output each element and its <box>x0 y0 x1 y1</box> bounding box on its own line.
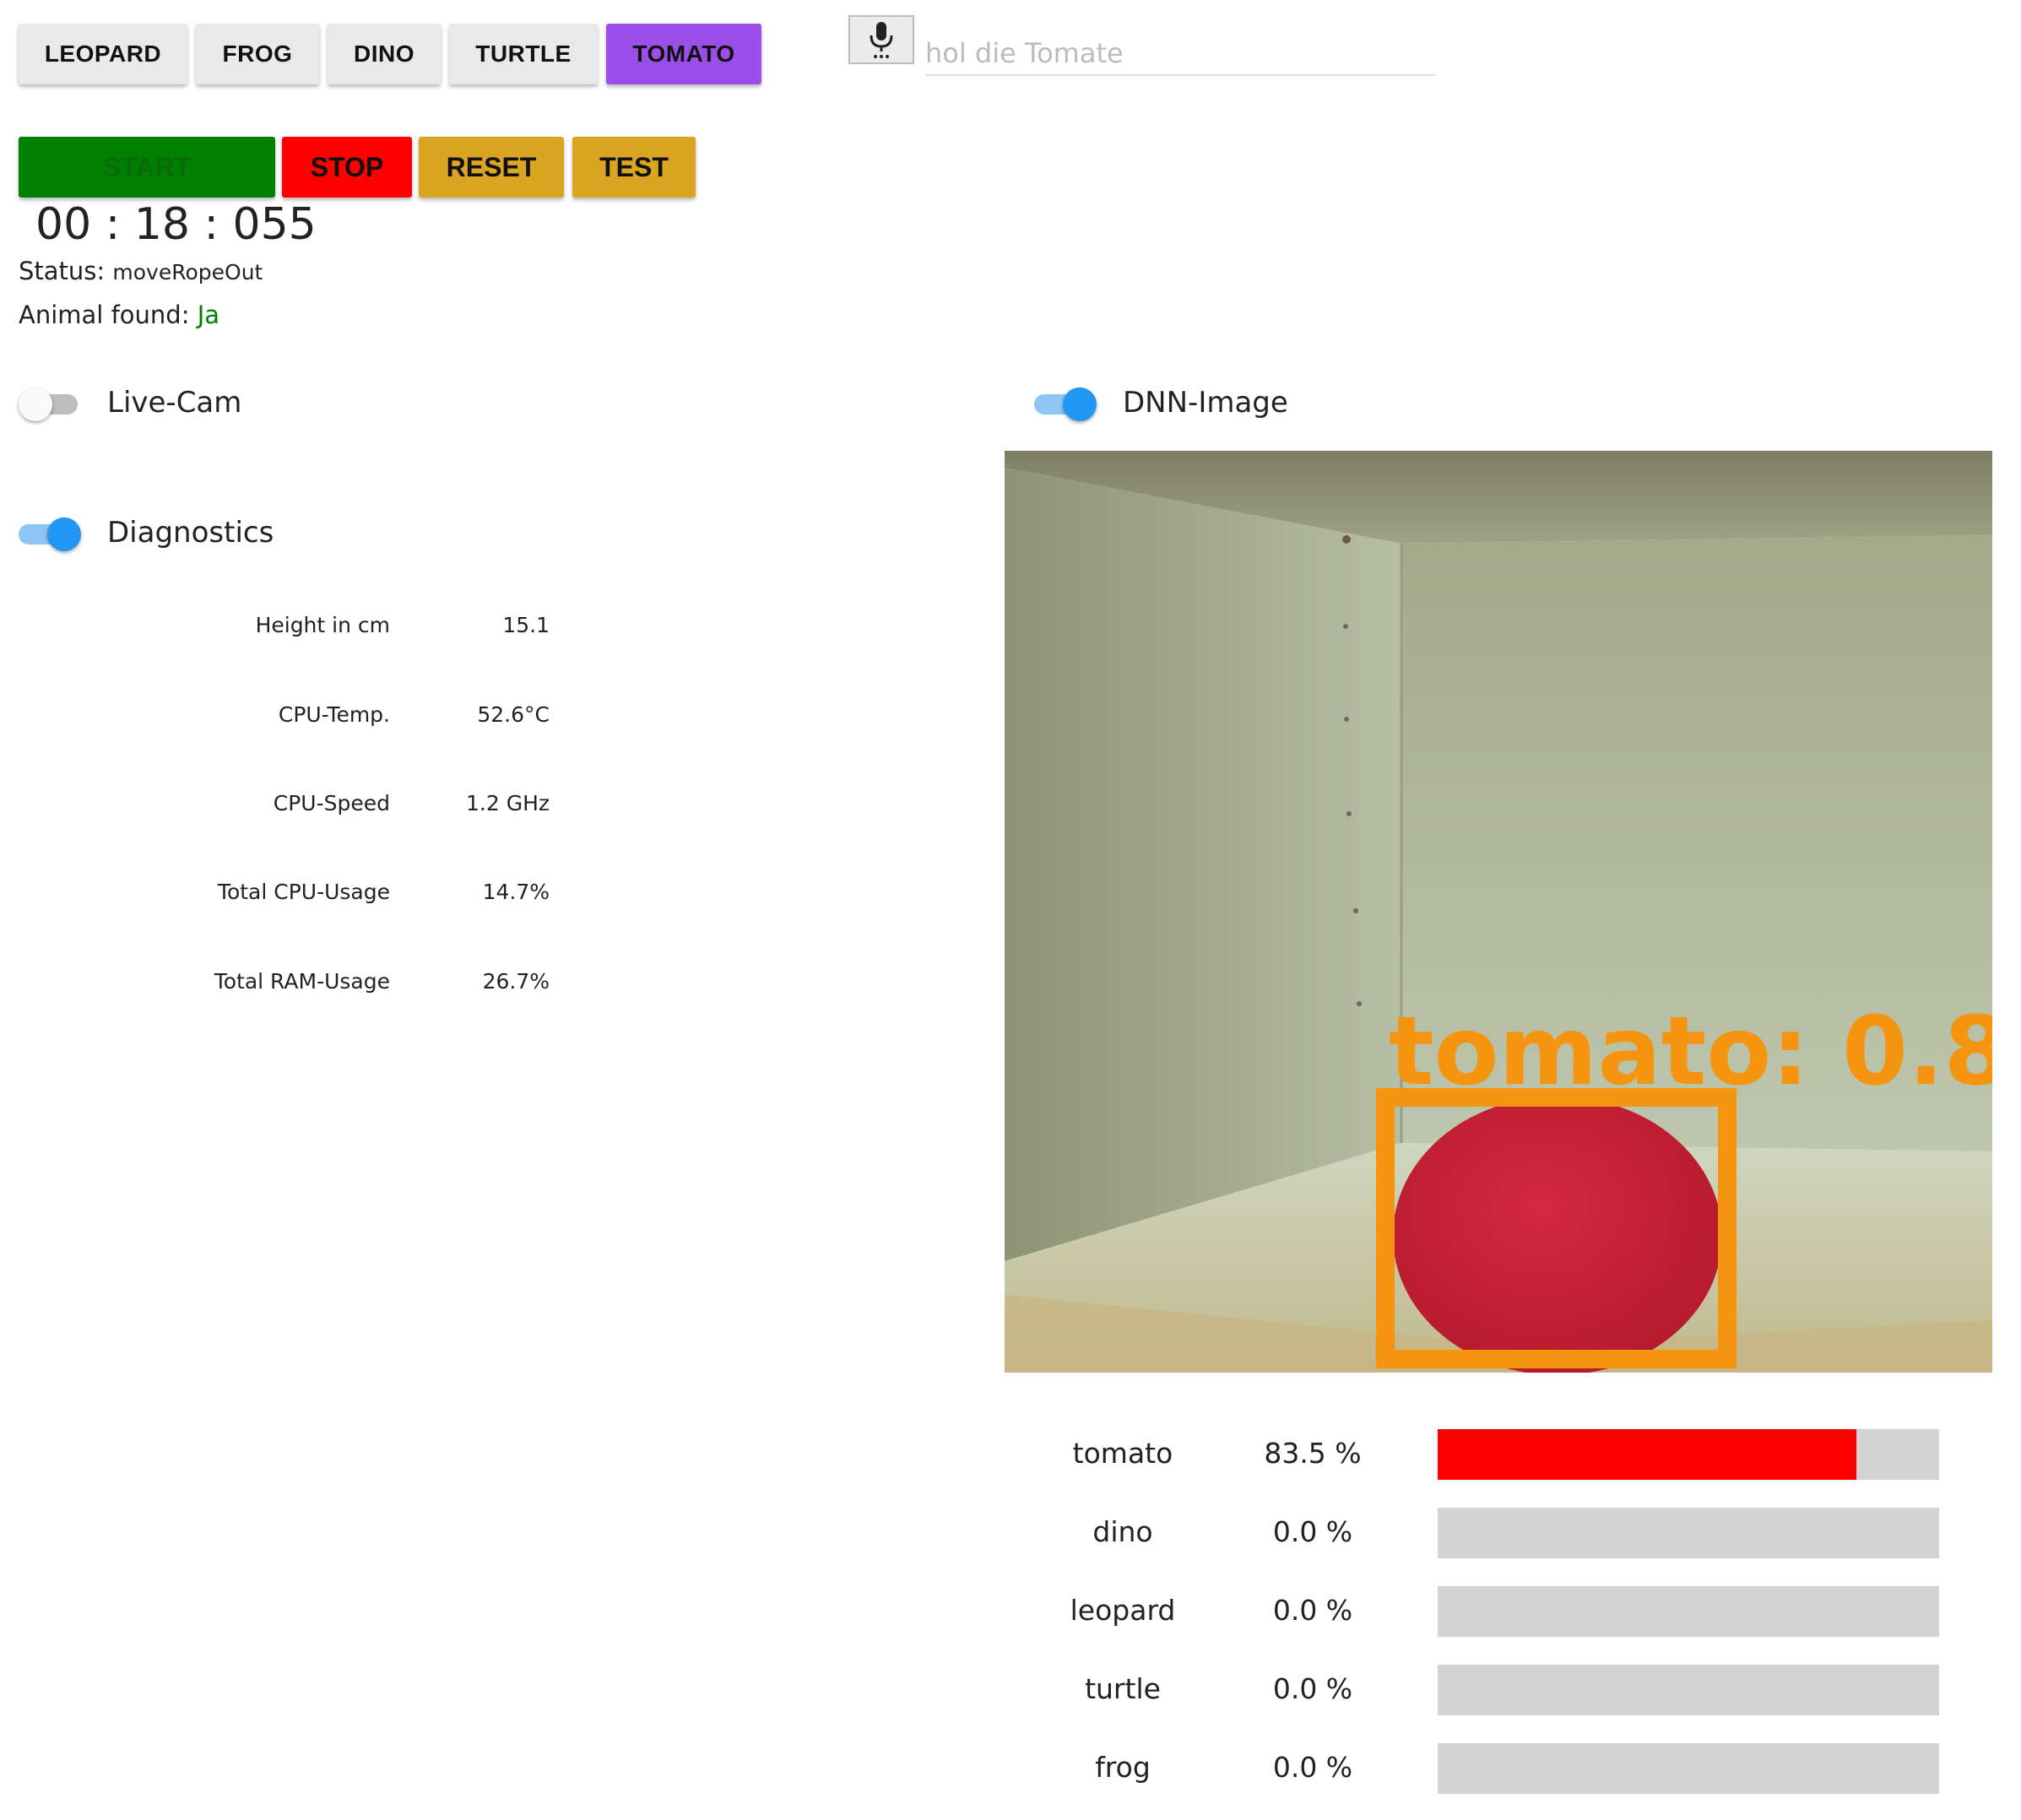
status-label: Status: <box>19 257 106 285</box>
target-button-dino[interactable]: DINO <box>328 24 441 84</box>
microphone-button[interactable] <box>848 15 914 64</box>
dnn-detection-image: tomato: 0.8 <box>1005 451 1992 1373</box>
prediction-bar-tomato <box>1438 1429 1939 1480</box>
live-cam-label: Live-Cam <box>107 386 242 420</box>
prediction-label-leopard: leopard <box>1070 1594 1176 1627</box>
prediction-bar-frog <box>1438 1743 1939 1794</box>
target-button-frog[interactable]: FROG <box>196 24 319 84</box>
prediction-value-turtle: 0.0 % <box>1272 1672 1353 1705</box>
diag-label-height: Height in cm <box>255 613 390 637</box>
diag-label-ram-usage: Total RAM-Usage <box>214 969 390 994</box>
diag-label-cpu-speed: CPU-Speed <box>273 791 390 815</box>
target-button-tomato[interactable]: TOMATO <box>606 24 761 84</box>
prediction-bar-dino <box>1438 1508 1939 1558</box>
test-button[interactable]: TEST <box>572 137 696 198</box>
diag-value-cpu-temp: 52.6°C <box>477 702 550 727</box>
prediction-value-leopard: 0.0 % <box>1272 1594 1353 1627</box>
prediction-label-turtle: turtle <box>1085 1672 1161 1705</box>
prediction-bar-leopard <box>1438 1586 1939 1637</box>
diagnostics-label: Diagnostics <box>107 516 274 550</box>
reset-button[interactable]: RESET <box>419 137 564 198</box>
diag-value-cpu-speed: 1.2 GHz <box>466 791 550 815</box>
diag-label-cpu-usage: Total CPU-Usage <box>217 880 390 904</box>
target-button-turtle[interactable]: TURTLE <box>449 24 598 84</box>
diag-value-cpu-usage: 14.7% <box>482 880 550 904</box>
prediction-value-frog: 0.0 % <box>1272 1751 1353 1784</box>
prediction-label-tomato: tomato <box>1072 1437 1173 1470</box>
dnn-image-toggle[interactable] <box>1034 386 1097 421</box>
diagnostics-toggle[interactable] <box>19 516 81 551</box>
live-cam-toggle[interactable] <box>19 386 81 421</box>
speech-command-input[interactable] <box>925 32 1435 76</box>
prediction-bar-turtle <box>1438 1665 1939 1715</box>
status-value: moveRopeOut <box>112 260 263 284</box>
prediction-fill <box>1438 1429 1856 1480</box>
diag-value-height: 15.1 <box>502 613 550 637</box>
timer-display: 00 : 18 : 055 <box>35 199 317 250</box>
stop-button[interactable]: STOP <box>282 137 412 198</box>
status-line: Status: moveRopeOut <box>19 257 263 285</box>
animal-found-value: Ja <box>197 301 220 329</box>
microphone-icon <box>870 22 893 58</box>
diag-label-cpu-temp: CPU-Temp. <box>278 702 390 727</box>
prediction-value-dino: 0.0 % <box>1272 1515 1353 1548</box>
dnn-image-label: DNN-Image <box>1123 386 1288 420</box>
detection-label: tomato: 0.8 <box>1389 997 1992 1107</box>
animal-found-line: Animal found: Ja <box>19 301 219 329</box>
animal-found-label: Animal found: <box>19 301 190 329</box>
target-button-leopard[interactable]: LEOPARD <box>19 24 187 84</box>
start-button[interactable]: START <box>19 137 275 198</box>
prediction-label-dino: dino <box>1092 1515 1153 1548</box>
dnn-scene-graphic: tomato: 0.8 <box>1005 451 1992 1373</box>
prediction-value-tomato: 83.5 % <box>1264 1437 1362 1470</box>
prediction-label-frog: frog <box>1095 1751 1151 1784</box>
diag-value-ram-usage: 26.7% <box>482 969 550 994</box>
